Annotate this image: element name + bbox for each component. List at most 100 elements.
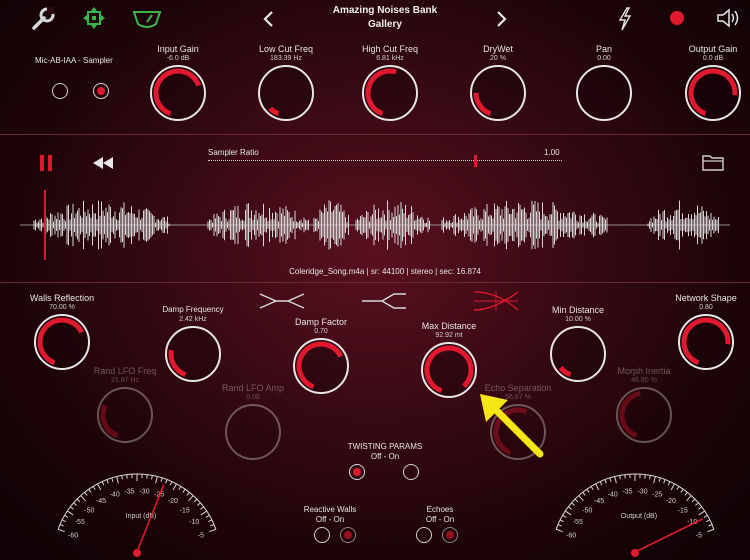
min-distance-label: Min Distance [551,305,605,315]
rand-lfo-amp-knob[interactable] [222,401,284,463]
low-cut-value: 183.39 Hz [270,55,302,62]
echoes-radio-off[interactable] [416,527,432,543]
rand-lfo-amp-label: Rand LFO Amp [221,383,285,393]
output-meter-tick-label: -45 [594,498,604,505]
input-meter-tick-label: -30 [139,488,149,495]
output-meter-tick-label: -15 [678,508,688,515]
twisting-radio-on[interactable] [403,464,419,480]
echoes-options: Off - On [425,515,455,524]
chevron-left-icon[interactable] [262,10,276,33]
low-cut-label: Low Cut Freq [258,44,314,54]
folder-icon[interactable] [702,153,724,176]
shape-diverge-icon[interactable] [258,292,306,315]
input-meter-tick-label: -55 [75,519,85,526]
output-gain-label: Output Gain [688,44,738,54]
echoes-radio-on[interactable] [442,527,458,543]
drywet-value: 20 % [490,55,506,62]
output-meter-tick-label: -20 [666,498,676,505]
lightning-icon[interactable] [618,7,632,36]
reactive-walls-radio-on[interactable] [340,527,356,543]
network-shape-value: 0.80 [699,304,713,311]
sampler-ratio-label: Sampler Ratio [208,148,259,157]
rand-lfo-freq-knob[interactable] [94,384,156,446]
output-meter-label: Output (dB) [621,513,657,520]
output-meter-tick-label: -55 [573,519,583,526]
input-meter-tick-label: -5 [198,533,204,540]
walls-reflection-knob[interactable] [31,311,93,373]
high-cut-label: High Cut Freq [361,44,419,54]
input-meter-tick-label: -45 [96,498,106,505]
input-gain-label: Input Gain [157,44,199,54]
header-bar: Amazing Noises Bank Gallery [0,0,750,40]
move-arrows-icon[interactable] [82,6,106,35]
morph-inertia-knob[interactable] [613,384,675,446]
rand-lfo-amp-value: 0.00 [246,394,260,401]
rand-lfo-freq-value: 21.87 Hz [110,377,140,384]
output-meter-tick-label: -25 [652,492,662,499]
preset-bank-title: Amazing Noises Bank [332,5,438,16]
reactive-walls-options: Off - On [315,515,345,524]
record-button[interactable] [670,11,684,25]
preset-title[interactable]: Amazing Noises Bank Gallery [300,5,470,30]
output-meter-tick-label: -35 [622,488,632,495]
pan-knob[interactable] [573,62,635,124]
pan-label: Pan [595,44,612,54]
output-gain-value: 0.0 dB [702,55,724,62]
network-shape-knob[interactable] [675,311,737,373]
drywet-label: DryWet [483,44,513,54]
sampler-ratio-slider[interactable] [208,160,562,163]
twisting-params-label: TWISTING PARAMS [347,442,423,451]
input-meter: -60-55-50-45-40-35-30-25-20-15-10-5Input… [42,460,232,560]
drywet-knob[interactable] [467,62,529,124]
max-distance-value: 92.92 mt [435,332,463,339]
input-meter-tick-label: -40 [110,492,120,499]
twisting-params-options: Off - On [370,452,400,461]
high-cut-knob[interactable] [359,62,421,124]
output-meter-tick-label: -60 [566,533,576,540]
input-radio-off[interactable] [52,83,68,99]
max-distance-label: Max Distance [421,321,477,331]
output-meter-tick-label: -30 [637,488,647,495]
shape-cross-icon[interactable] [472,290,520,317]
input-meter-tick-label: -15 [180,508,190,515]
speaker-icon[interactable] [716,8,740,33]
reactive-walls-radio-off[interactable] [314,527,330,543]
damp-factor-value: 0.70 [314,328,328,335]
input-meter-tick-label: -35 [124,488,134,495]
preset-name: Gallery [368,19,402,30]
pan-value: 0.00 [597,55,611,62]
arrow-annotation-icon [478,392,548,467]
damp-frequency-value: 2.42 kHz [179,316,207,323]
low-cut-knob[interactable] [255,62,317,124]
output-gain-knob[interactable] [682,62,744,124]
morph-inertia-label: Morph Inertia [617,366,671,376]
shape-split-icon[interactable] [360,292,408,315]
input-source-label: Mic-AB-IAA - Sampler [35,56,113,65]
morph-inertia-value: 46.80 % [631,377,657,384]
input-gain-value: -6.0 dB [166,55,190,62]
waveform-display[interactable] [20,185,730,265]
input-radio-on[interactable] [93,83,109,99]
wrench-icon[interactable] [30,7,56,36]
input-meter-tick-label: -20 [168,498,178,505]
network-shape-label: Network Shape [675,293,737,303]
file-info: Coleridge_Song.m4a | sr: 44100 | stereo … [289,267,481,276]
rand-lfo-freq-label: Rand LFO Freq [93,366,157,376]
input-meter-tick-label: -10 [189,519,199,526]
divider-middle [0,282,750,283]
sampler-ratio-handle[interactable] [473,155,477,167]
reactive-walls-label: Reactive Walls [303,505,357,514]
output-meter-tick-label: -5 [696,533,702,540]
rewind-button[interactable] [92,156,114,175]
input-gain-knob[interactable] [147,62,209,124]
sampler-ratio-value: 1.00 [544,148,560,157]
walls-reflection-label: Walls Reflection [29,293,95,303]
gauge-icon[interactable] [132,8,162,35]
output-meter-tick-label: -50 [582,508,592,515]
input-meter-tick-label: -50 [84,508,94,515]
chevron-right-icon[interactable] [494,10,508,33]
output-meter: -60 -55 -50 -45 -40 -35 -30 -25 -20 -15 -10 -5 Outpu… [540,460,730,560]
twisting-radio-off[interactable] [349,464,365,480]
min-distance-value: 10.00 % [565,316,591,323]
pause-button[interactable] [39,154,53,177]
